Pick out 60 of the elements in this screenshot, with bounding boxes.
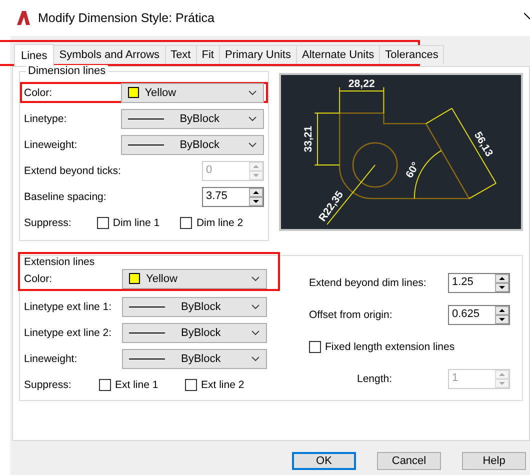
tab[interactable]: Tolerances	[379, 45, 444, 64]
field-label: Extend beyond dim lines:	[309, 277, 426, 289]
dimension-text: 28,22	[348, 78, 375, 90]
chevron-icon	[251, 276, 260, 282]
field-label: Lineweight:	[24, 138, 78, 150]
field-label: Lineweight:	[24, 352, 78, 364]
line-sample-icon	[128, 116, 164, 120]
checkbox-label: Ext line 2	[201, 379, 244, 391]
checkbox-label: Ext line 1	[115, 379, 158, 391]
checkbox-label: Fixed length extension lines	[325, 341, 455, 353]
spinner-arrows-icon[interactable]	[495, 274, 509, 292]
line-sample-icon	[129, 330, 165, 334]
field-label: Linetype ext line 2:	[24, 326, 113, 338]
linetype-dropdown[interactable]: ByBlock	[122, 322, 267, 342]
window-title: Modify Dimension Style: Prática	[38, 11, 216, 25]
chevron-icon	[248, 90, 257, 96]
dialog-button[interactable]: Help	[462, 452, 526, 470]
spinner-arrows-icon[interactable]	[495, 306, 509, 324]
field-label: Length:	[357, 373, 392, 385]
dialog-button[interactable]: OK	[292, 452, 356, 470]
field-label: Extend beyond ticks:	[24, 164, 122, 176]
chevron-icon	[248, 142, 257, 148]
chevron-icon	[251, 304, 260, 310]
color-dropdown[interactable]: Yellow	[122, 268, 267, 288]
dimension-text: 33,21	[302, 126, 315, 152]
checkbox[interactable]	[309, 341, 321, 353]
number-field[interactable]: 3.75	[202, 186, 264, 206]
line-sample-icon	[129, 356, 165, 360]
checkbox[interactable]	[99, 379, 111, 391]
field-label: Suppress:	[24, 217, 72, 229]
field-label: Color:	[24, 272, 54, 284]
number-field[interactable]: 0.625	[448, 305, 510, 325]
linetype-dropdown[interactable]: ByBlock	[120, 134, 264, 154]
line-sample-icon	[128, 142, 164, 146]
line-sample-icon	[129, 304, 165, 308]
checkbox-label: Dim line 1	[112, 217, 160, 229]
chevron-icon	[251, 330, 260, 336]
checkbox[interactable]	[185, 379, 197, 391]
color-dropdown[interactable]: Yellow	[120, 82, 264, 102]
field-label: Linetype:	[24, 112, 68, 124]
chevron-icon	[248, 116, 257, 122]
spinner-arrows-icon[interactable]	[249, 188, 263, 206]
chevron-icon	[251, 356, 260, 362]
linetype-dropdown[interactable]: ByBlock	[122, 348, 267, 368]
field-label: Baseline spacing:	[24, 190, 108, 202]
linetype-dropdown[interactable]: ByBlock	[120, 108, 264, 128]
checkbox[interactable]	[180, 217, 192, 229]
app-logo-icon	[16, 11, 30, 25]
group-title: Dimension lines	[26, 65, 108, 77]
checkbox-label: Dim line 2	[196, 217, 244, 229]
tab[interactable]: Lines	[14, 44, 54, 66]
number-field[interactable]: 1.25	[448, 273, 510, 293]
checkbox[interactable]	[96, 217, 109, 229]
dialog-button[interactable]: Cancel	[377, 452, 441, 470]
field-label: Color:	[24, 86, 54, 98]
field-label: Linetype ext line 1:	[24, 300, 113, 312]
field-label: Suppress:	[24, 379, 72, 391]
dimension-text: 60°	[404, 160, 422, 180]
field-label: Offset from origin:	[309, 309, 392, 321]
linetype-dropdown[interactable]: ByBlock	[122, 296, 267, 316]
